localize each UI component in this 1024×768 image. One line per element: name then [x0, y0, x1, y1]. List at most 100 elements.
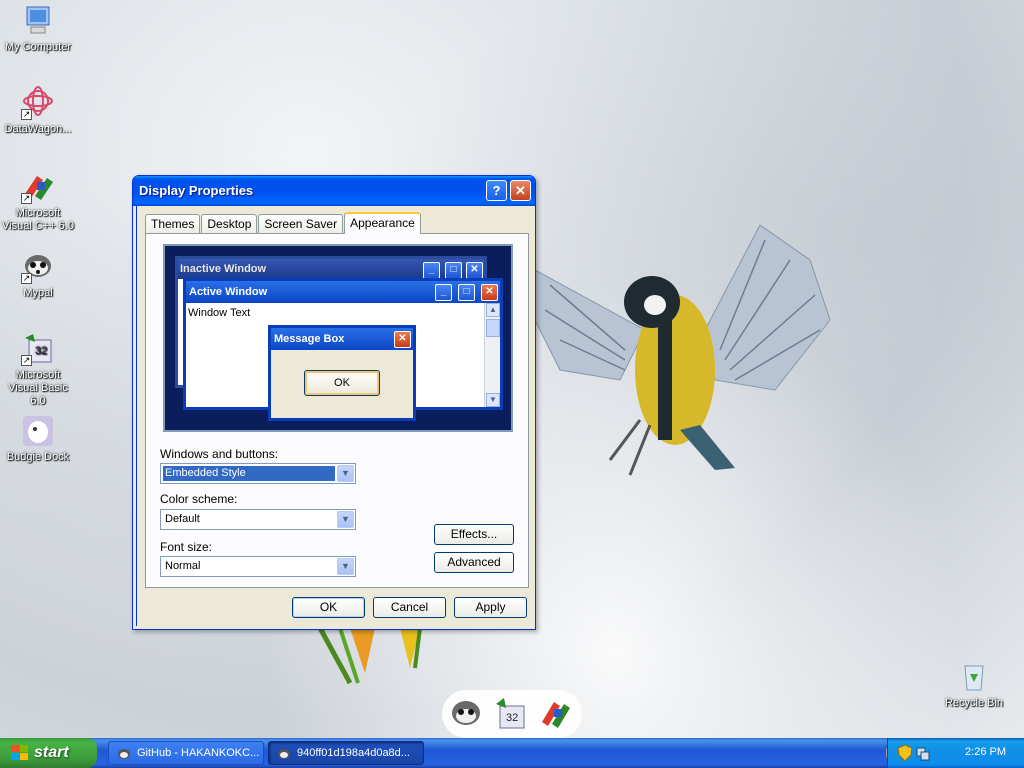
- svg-text:32: 32: [35, 345, 47, 357]
- svg-text:32: 32: [506, 712, 518, 724]
- inactive-title: Inactive Window: [180, 263, 267, 275]
- wallpaper-flower: [317, 628, 422, 685]
- visual-basic-icon: 32 ↗: [21, 332, 55, 366]
- message-box-titlebar: Message Box ✕: [271, 328, 413, 350]
- dock-item-visual-basic[interactable]: 32: [492, 696, 528, 732]
- tab-appearance[interactable]: Appearance: [344, 212, 421, 234]
- recycle-bin-icon: [957, 660, 991, 694]
- chevron-down-icon[interactable]: ▼: [337, 558, 354, 575]
- mypal-raccoon-icon: [118, 749, 130, 759]
- taskbar-item-label: 940ff01d198a4d0a8d...: [297, 747, 410, 759]
- windows-buttons-label: Windows and buttons:: [160, 447, 279, 461]
- tab-themes[interactable]: Themes: [145, 214, 201, 234]
- windows-buttons-value: Embedded Style: [162, 465, 336, 482]
- shortcut-arrow-icon: ↗: [21, 109, 32, 120]
- taskbar-item-label: GitHub - HAKANKOKC...: [137, 747, 260, 759]
- close-icon: ✕: [481, 284, 498, 301]
- close-button[interactable]: ✕: [510, 180, 531, 201]
- clock[interactable]: 2:26 PM: [965, 746, 1006, 758]
- shortcut-arrow-icon: ↗: [21, 193, 32, 204]
- tab-desktop[interactable]: Desktop: [201, 214, 258, 234]
- chevron-down-icon[interactable]: ▼: [337, 511, 354, 528]
- budgie-dock-icon: [21, 414, 55, 448]
- desktop-icon-label: Recycle Bin: [944, 697, 1004, 709]
- maximize-icon: □: [458, 284, 475, 301]
- message-box-ok: OK: [304, 370, 380, 396]
- tab-screen-saver[interactable]: Screen Saver: [258, 214, 344, 234]
- datawagon-icon: ↗: [21, 86, 55, 120]
- desktop-icon-label: My Computer: [4, 41, 72, 53]
- mypal-raccoon-icon: [278, 749, 290, 759]
- my-computer-icon: [21, 4, 55, 38]
- desktop-icon-datawagon[interactable]: ↗ DataWagon...: [0, 86, 76, 136]
- desktop-icon-label: Mypal: [23, 287, 53, 299]
- color-scheme-label: Color scheme:: [160, 492, 238, 506]
- window-body: Themes Desktop Screen Saver Appearance I…: [136, 206, 532, 626]
- visual-cpp-icon: ↗: [21, 170, 55, 204]
- mypal-raccoon-icon: ↗: [21, 250, 55, 284]
- cancel-button[interactable]: Cancel: [373, 597, 446, 618]
- shortcut-arrow-icon: ↗: [21, 273, 32, 284]
- active-titlebar: Active Window _ □ ✕: [186, 281, 500, 303]
- ok-button[interactable]: OK: [292, 597, 365, 618]
- system-tray: 2:26 PM: [887, 738, 1024, 768]
- font-size-label: Font size:: [160, 540, 213, 554]
- close-icon: ✕: [466, 262, 483, 279]
- mypal-raccoon-icon: [452, 701, 480, 725]
- apply-button[interactable]: Apply: [454, 597, 527, 618]
- desktop-icon-label: Microsoft Visual C++ 6.0: [2, 207, 74, 232]
- tab-strip: Themes Desktop Screen Saver Appearance: [145, 212, 422, 234]
- effects-button[interactable]: Effects...: [434, 524, 514, 545]
- taskbar-item-image[interactable]: 940ff01d198a4d0a8d...: [268, 741, 424, 765]
- security-shield-icon[interactable]: [898, 745, 912, 761]
- taskbar-item-github[interactable]: GitHub - HAKANKOKC...: [108, 741, 264, 765]
- desktop-icon-visual-cpp[interactable]: ↗ Microsoft Visual C++ 6.0: [0, 170, 76, 233]
- windows-flag-icon: [11, 745, 28, 760]
- desktop-icon-visual-basic[interactable]: 32 ↗ Microsoft Visual Basic 6.0: [0, 332, 76, 408]
- active-title: Active Window: [189, 286, 268, 298]
- minimize-icon: _: [435, 284, 452, 301]
- preview-active-window: Active Window _ □ ✕ Window Text ▲ ▼ Mess…: [183, 278, 503, 421]
- help-button[interactable]: ?: [486, 180, 507, 201]
- desktop-icon-my-computer[interactable]: My Computer: [0, 4, 76, 54]
- appearance-panel: Inactive Window _ □ ✕ Active Window _ □ …: [145, 233, 529, 588]
- preview-window-text: Window Text: [188, 307, 251, 319]
- taskbar: start GitHub - HAKANKOKC... 940ff01d198a…: [0, 738, 1024, 768]
- desktop-icon-mypal[interactable]: ↗ Mypal: [0, 250, 76, 300]
- desktop-icon-label: Microsoft Visual Basic 6.0: [8, 369, 68, 407]
- window-titlebar[interactable]: Display Properties ? ✕: [133, 176, 535, 206]
- preview-message-box: Message Box ✕ OK: [268, 325, 416, 421]
- minimize-icon: _: [423, 262, 440, 279]
- advanced-button[interactable]: Advanced: [434, 552, 514, 573]
- chevron-down-icon[interactable]: ▼: [337, 465, 354, 482]
- start-button[interactable]: start: [0, 738, 97, 768]
- maximize-icon: □: [445, 262, 462, 279]
- visual-basic-icon: 32: [496, 698, 525, 729]
- appearance-preview: Inactive Window _ □ ✕ Active Window _ □ …: [163, 244, 513, 432]
- budgie-dock: 32: [442, 690, 582, 738]
- color-scheme-select[interactable]: Default ▼: [160, 509, 356, 530]
- inactive-titlebar: Inactive Window _ □ ✕: [178, 259, 484, 279]
- display-properties-window: Display Properties ? ✕ Themes Desktop Sc…: [132, 175, 536, 630]
- desktop-icon-budgie-dock[interactable]: Budgie Dock: [0, 414, 76, 464]
- shortcut-arrow-icon: ↗: [21, 355, 32, 366]
- dock-item-mypal[interactable]: [448, 696, 484, 732]
- windows-buttons-select[interactable]: Embedded Style ▼: [160, 463, 356, 484]
- scroll-thumb: [486, 319, 500, 337]
- scroll-up-icon: ▲: [486, 303, 500, 317]
- desktop-icon-recycle-bin[interactable]: Recycle Bin: [936, 660, 1012, 710]
- help-icon: ?: [492, 183, 501, 198]
- message-box-title: Message Box: [274, 333, 345, 345]
- start-label: start: [34, 744, 69, 761]
- network-icon[interactable]: [916, 745, 930, 761]
- font-size-select[interactable]: Normal ▼: [160, 556, 356, 577]
- desktop-icon-label: Budgie Dock: [6, 451, 70, 463]
- preview-scrollbar: ▲ ▼: [484, 303, 500, 407]
- visual-cpp-icon: [542, 702, 570, 728]
- font-size-value: Normal: [165, 560, 201, 572]
- wallpaper-bird: [530, 224, 830, 476]
- dock-item-visual-cpp[interactable]: [538, 696, 574, 732]
- close-icon: ✕: [394, 331, 411, 348]
- close-icon: ✕: [515, 183, 526, 198]
- window-title: Display Properties: [139, 183, 254, 198]
